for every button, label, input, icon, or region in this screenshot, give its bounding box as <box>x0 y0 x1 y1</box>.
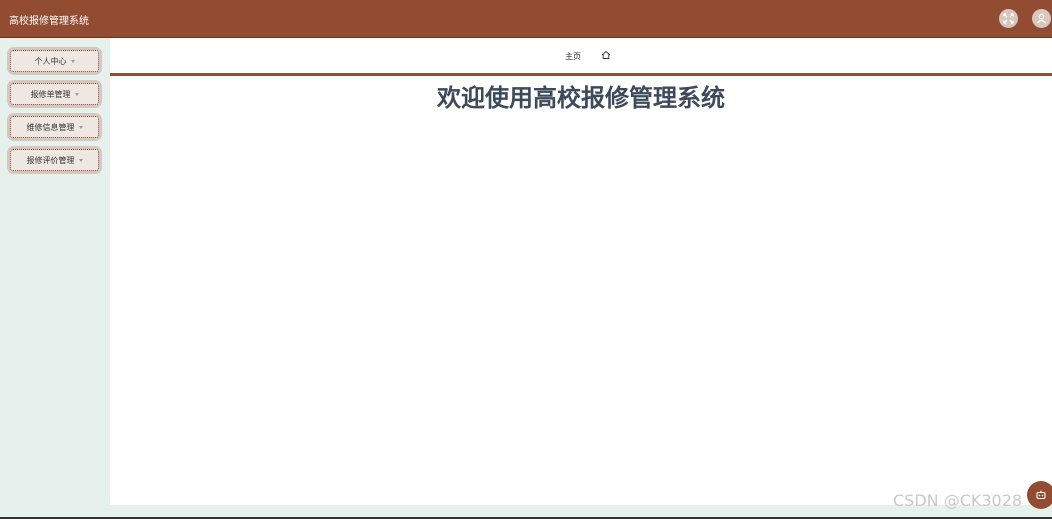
sidebar: 个人中心 报修单管理 维修信息管理 报修评价管理 <box>0 38 110 505</box>
sidebar-item-label: 个人中心 <box>34 56 67 66</box>
breadcrumb: 主页 <box>110 38 1052 76</box>
welcome-heading: 欢迎使用高校报修管理系统 <box>437 84 725 112</box>
sidebar-item-label: 维修信息管理 <box>26 122 75 132</box>
app-title: 高校报修管理系统 <box>9 16 89 27</box>
sidebar-item-label: 报修单管理 <box>30 89 71 99</box>
chevron-down-icon <box>74 92 79 96</box>
main-content: 主页 欢迎使用高校报修管理系统 <box>110 38 1052 505</box>
watermark: CSDN @CK3028 <box>893 491 1023 510</box>
chevron-down-icon <box>78 125 83 129</box>
robot-icon <box>1036 490 1046 500</box>
floating-action-button[interactable] <box>1027 481 1052 509</box>
top-header-bar: 高校报修管理系统 <box>0 0 1052 38</box>
sidebar-item-label: 报修评价管理 <box>26 155 75 165</box>
sidebar-item-personal-center[interactable]: 个人中心 <box>7 47 102 75</box>
sidebar-item-repair-reviews[interactable]: 报修评价管理 <box>7 146 102 174</box>
user-menu-button[interactable] <box>1032 9 1051 28</box>
sidebar-item-repair-orders[interactable]: 报修单管理 <box>7 80 102 108</box>
chevron-down-icon <box>78 158 83 162</box>
fullscreen-button[interactable] <box>999 9 1018 28</box>
chevron-down-icon <box>70 59 75 63</box>
user-icon <box>1036 13 1047 24</box>
fullscreen-icon <box>1003 13 1014 24</box>
home-link[interactable]: 主页 <box>565 51 581 62</box>
sidebar-item-maintenance-info[interactable]: 维修信息管理 <box>7 113 102 141</box>
home-icon[interactable] <box>601 50 611 60</box>
